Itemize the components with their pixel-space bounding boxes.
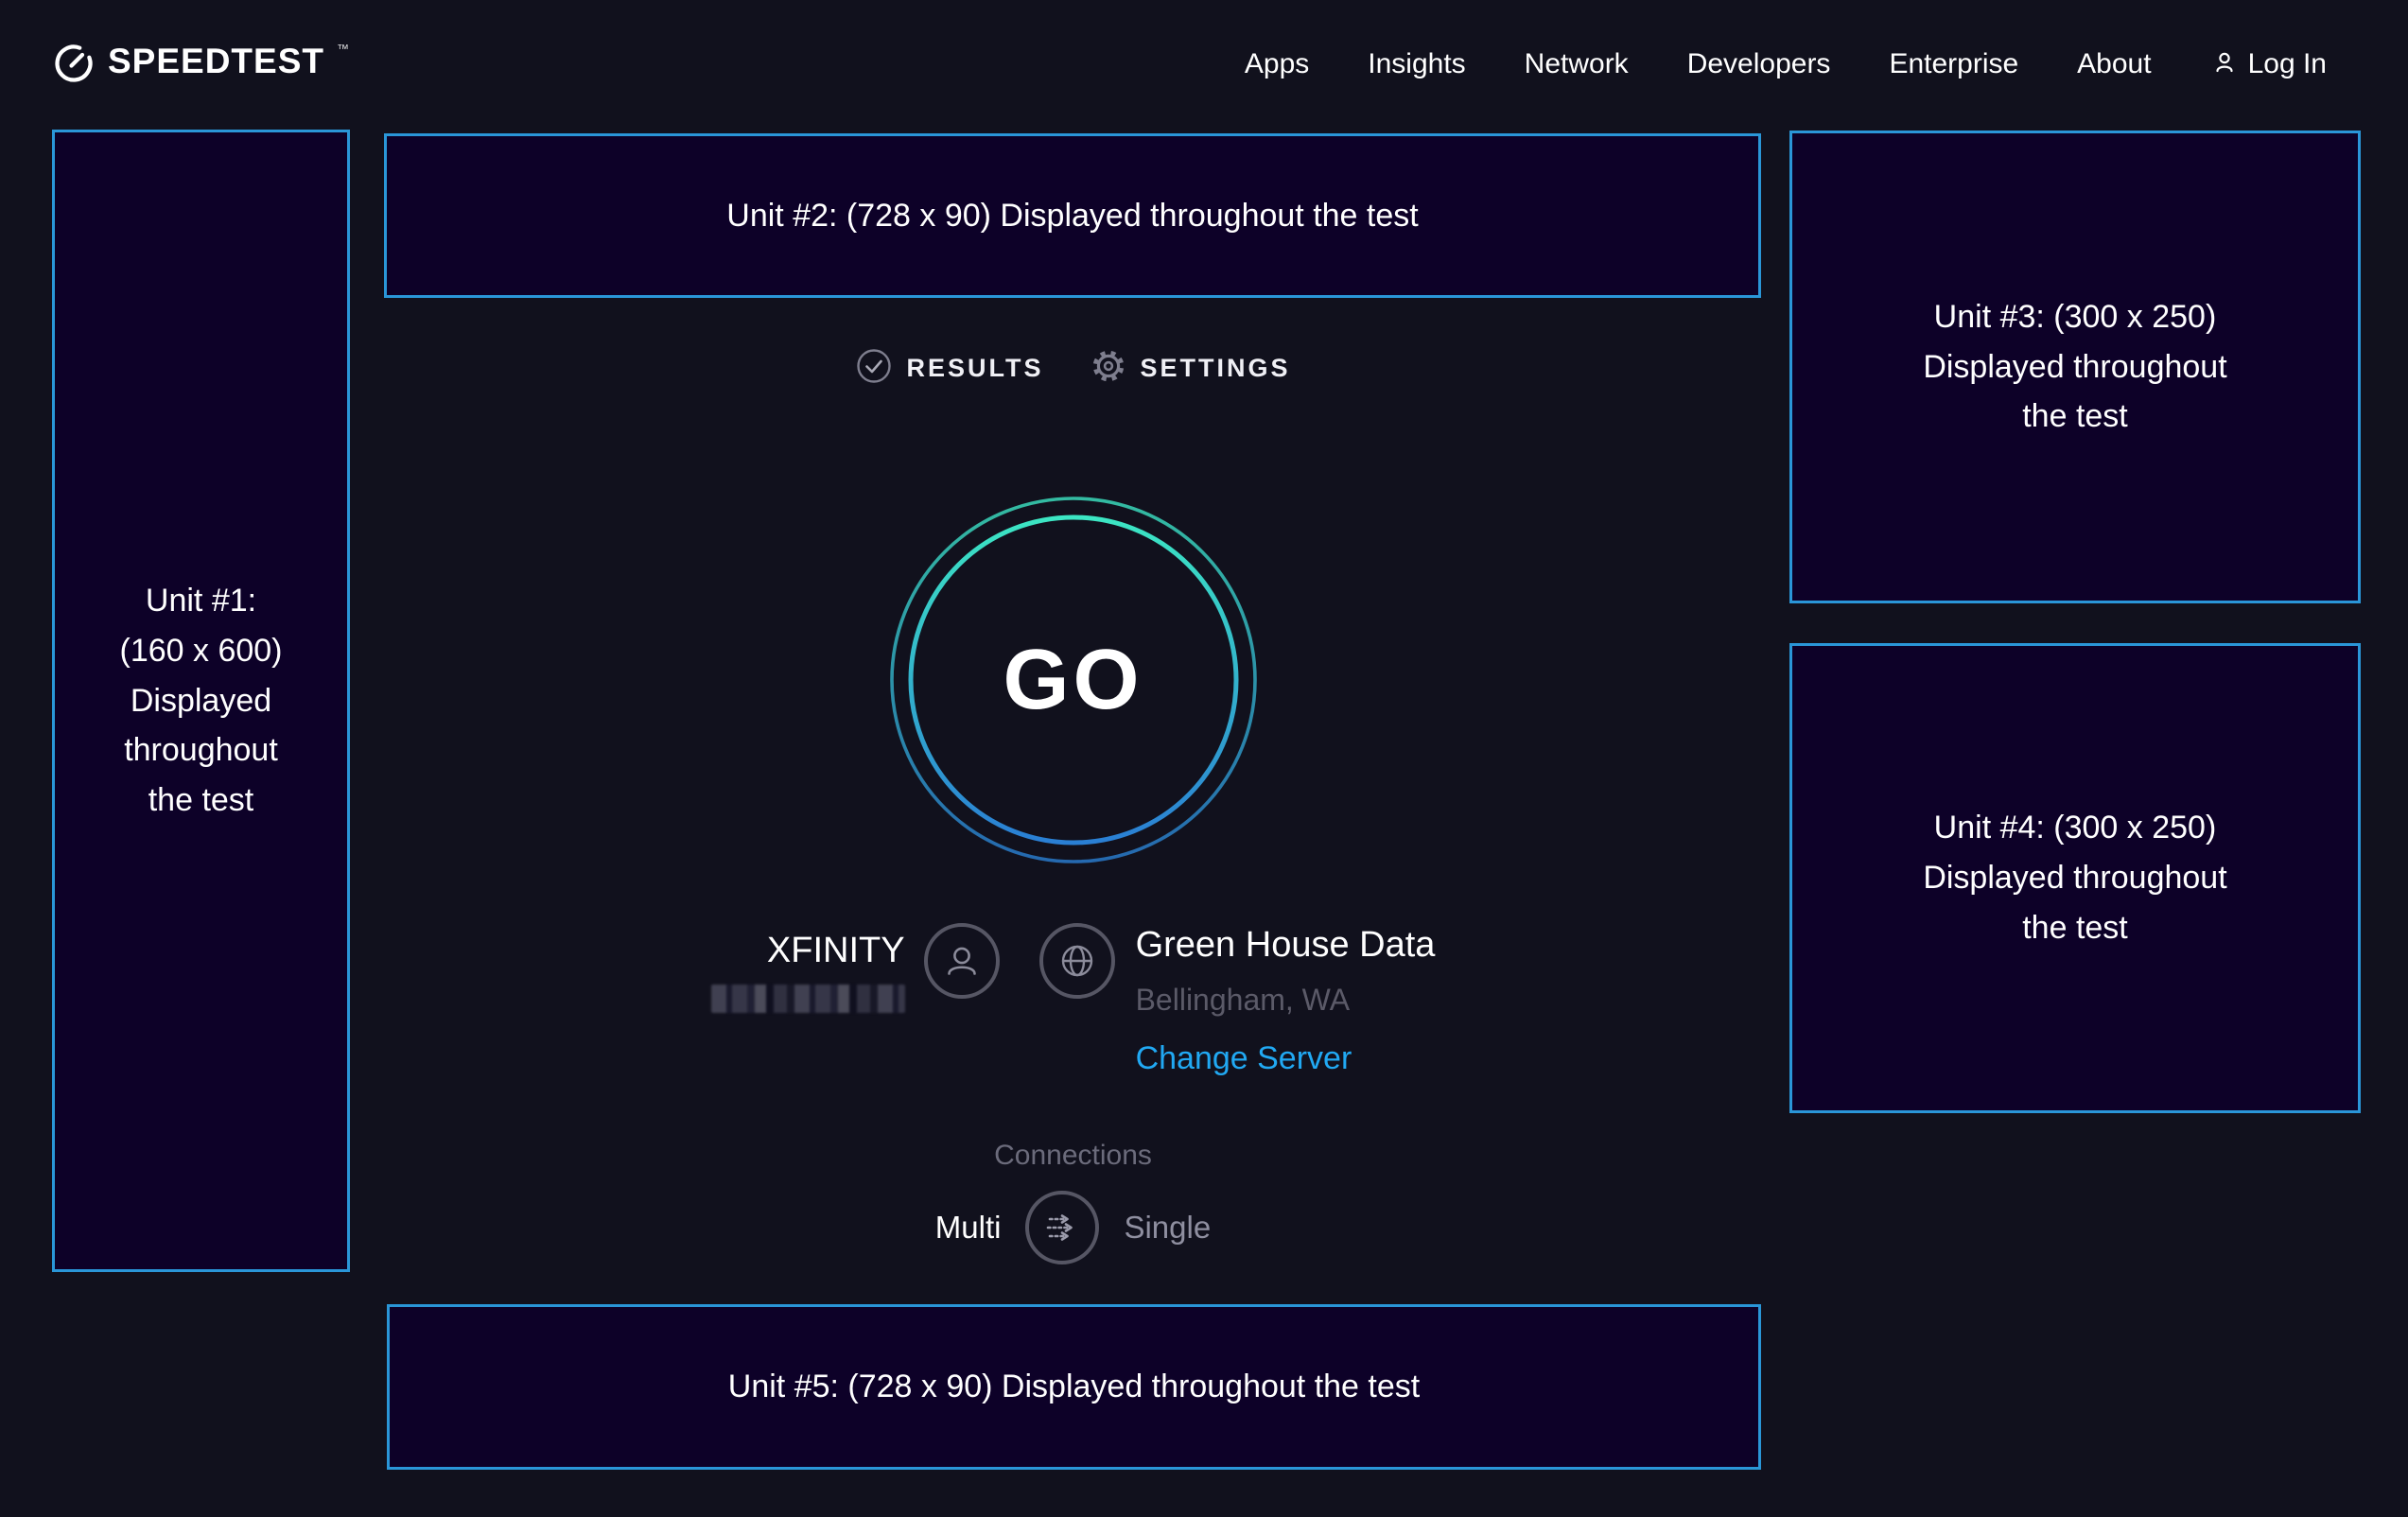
ad-unit-1-text: Unit #1: (160 x 600) Displayed throughou… <box>120 576 283 825</box>
go-button-label: GO <box>889 496 1258 864</box>
ad-unit-2-text: Unit #2: (728 x 90) Displayed throughout… <box>726 191 1418 241</box>
connections-single-option[interactable]: Single <box>1124 1210 1211 1246</box>
logo-trademark: ™ <box>337 42 349 56</box>
isp-info: XFINITY <box>711 923 1000 1013</box>
connections-toggle-row: Multi Single <box>935 1191 1211 1264</box>
server-location: Bellingham, WA <box>1136 983 1350 1018</box>
ad-unit-2[interactable]: Unit #2: (728 x 90) Displayed throughout… <box>384 133 1761 298</box>
server-info: Green House Data Bellingham, WA Change S… <box>1039 923 1436 1077</box>
results-settings-tabs: RESULTS SETTINGS <box>855 347 1290 390</box>
login-label: Log In <box>2248 48 2327 80</box>
user-icon <box>2210 48 2239 81</box>
nav-item-apps[interactable]: Apps <box>1245 48 1309 80</box>
connections-label: Connections <box>994 1140 1152 1172</box>
change-server-link[interactable]: Change Server <box>1136 1040 1352 1077</box>
main-nav: Apps Insights Network Developers Enterpr… <box>1245 48 2327 81</box>
ad-unit-4[interactable]: Unit #4: (300 x 250) Displayed throughou… <box>1789 643 2361 1113</box>
tab-results[interactable]: RESULTS <box>855 347 1043 390</box>
ad-unit-3-text: Unit #3: (300 x 250) Displayed throughou… <box>1923 292 2226 442</box>
logo-text: SPEEDTEST <box>108 40 324 83</box>
ad-unit-3[interactable]: Unit #3: (300 x 250) Displayed throughou… <box>1789 131 2361 603</box>
ad-unit-5[interactable]: Unit #5: (728 x 90) Displayed throughout… <box>387 1304 1761 1470</box>
nav-item-network[interactable]: Network <box>1525 48 1629 80</box>
nav-item-enterprise[interactable]: Enterprise <box>1889 48 2018 80</box>
speedtest-logo[interactable]: SPEEDTEST ™ <box>52 40 349 90</box>
speedtest-main-panel: RESULTS SETTINGS GO <box>384 298 1762 1264</box>
isp-name: XFINITY <box>767 931 905 971</box>
tab-settings[interactable]: SETTINGS <box>1090 347 1291 390</box>
nav-item-developers[interactable]: Developers <box>1687 48 1831 80</box>
go-button[interactable]: GO <box>889 496 1258 864</box>
ad-unit-1[interactable]: Unit #1: (160 x 600) Displayed throughou… <box>52 130 350 1272</box>
globe-icon <box>1039 923 1115 999</box>
ad-unit-5-text: Unit #5: (728 x 90) Displayed throughout… <box>728 1362 1420 1412</box>
speedtest-gauge-icon <box>52 40 96 90</box>
gear-icon <box>1090 347 1127 390</box>
nav-item-about[interactable]: About <box>2077 48 2151 80</box>
top-nav-bar: SPEEDTEST ™ Apps Insights Network Develo… <box>0 0 2408 129</box>
nav-item-insights[interactable]: Insights <box>1368 48 1465 80</box>
connection-info-row: XFINITY Green House Data Belling <box>711 923 1436 1077</box>
server-name: Green House Data <box>1136 925 1436 966</box>
connections-multi-option[interactable]: Multi <box>935 1210 1002 1246</box>
ad-unit-4-text: Unit #4: (300 x 250) Displayed throughou… <box>1923 803 2226 952</box>
login-button[interactable]: Log In <box>2210 48 2327 81</box>
user-circle-icon <box>924 923 1000 999</box>
multi-connection-icon[interactable] <box>1025 1191 1099 1264</box>
check-circle-icon <box>855 347 893 390</box>
tab-settings-label: SETTINGS <box>1141 354 1291 383</box>
masked-ip <box>711 985 905 1013</box>
tab-results-label: RESULTS <box>906 354 1043 383</box>
